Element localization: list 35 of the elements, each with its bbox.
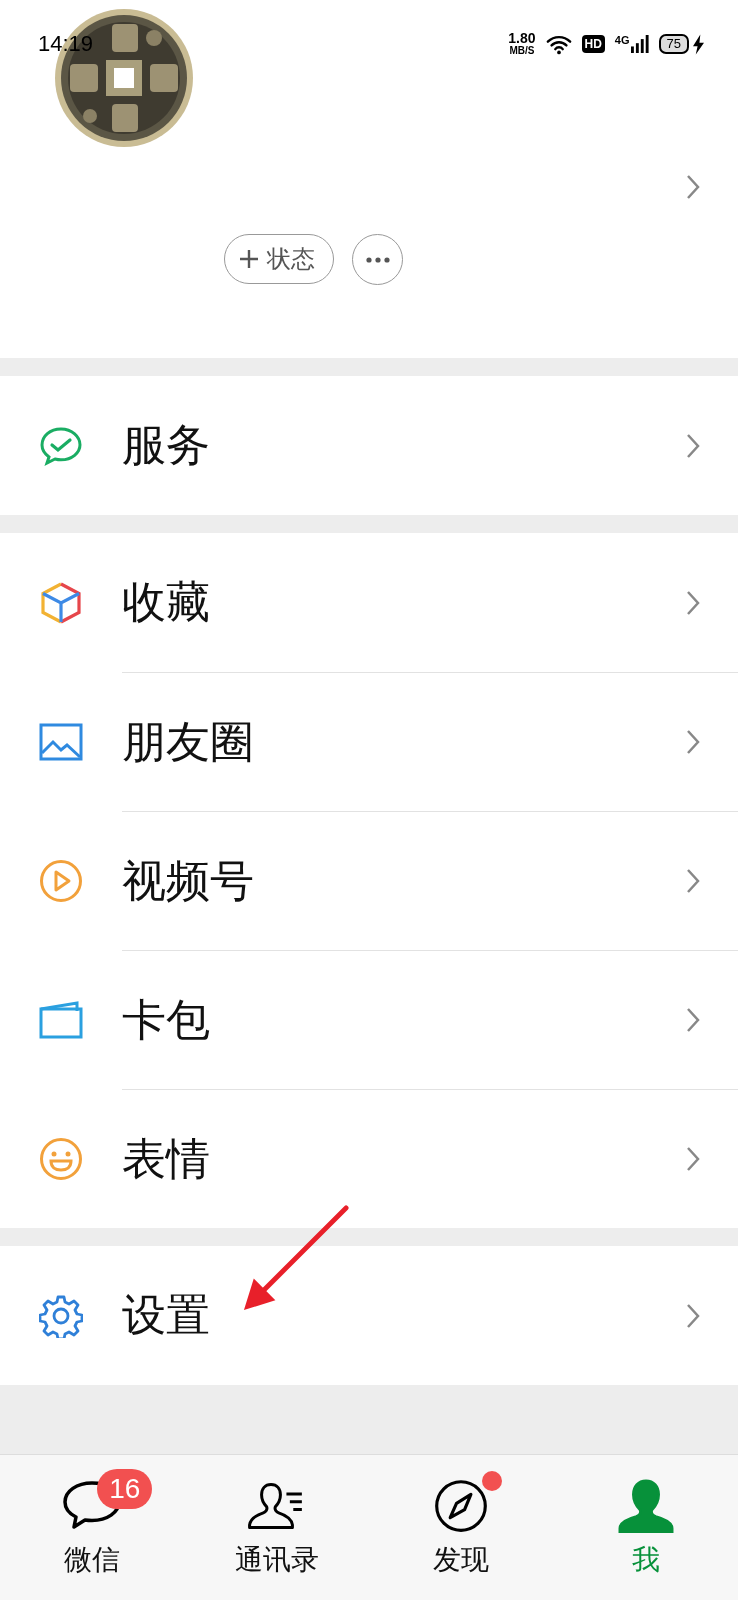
tab-item[interactable]: 发现 (369, 1455, 554, 1600)
chevron-icon (686, 432, 700, 459)
menu-item[interactable]: 服务 (0, 376, 738, 515)
wifi-icon (545, 33, 572, 55)
network-speed: 1.80 (508, 32, 536, 45)
chevron-icon (686, 729, 700, 755)
chevron-icon (686, 589, 700, 616)
unread-count-badge: 16 (97, 1468, 153, 1509)
network-type: 4G (614, 34, 630, 46)
menu-item[interactable]: 收藏 (0, 533, 738, 672)
signal-icon (630, 34, 649, 54)
play-icon (39, 858, 83, 903)
chevron-icon (686, 868, 700, 894)
tab-item[interactable]: 16 微信 (0, 1455, 185, 1600)
menu-item[interactable]: 设置 (0, 1246, 738, 1385)
settings-icon (39, 1293, 83, 1338)
menu-item[interactable]: 表情 (0, 1089, 738, 1228)
more-icon (365, 256, 390, 263)
chevron-icon (686, 1146, 700, 1172)
speed-unit: MB/S (509, 45, 535, 56)
smiley-icon (39, 1136, 83, 1181)
chevron-icon (686, 1302, 700, 1329)
more-button[interactable] (352, 234, 403, 285)
hd-badge: HD (581, 35, 605, 53)
cube-icon (39, 580, 83, 625)
tab-item[interactable]: 我 (553, 1455, 738, 1600)
menu-item[interactable]: 卡包 (0, 950, 738, 1089)
chevron-icon (686, 1007, 700, 1033)
tab-item[interactable]: 通讯录 (184, 1455, 369, 1600)
menu-item[interactable]: 朋友圈 (0, 672, 738, 811)
plus-icon (239, 249, 259, 269)
menu-item[interactable]: 视频号 (0, 811, 738, 950)
chevron-icon[interactable] (686, 174, 700, 200)
battery-indicator: 75 (658, 34, 689, 54)
add-status-button[interactable]: 状态 (224, 234, 334, 284)
